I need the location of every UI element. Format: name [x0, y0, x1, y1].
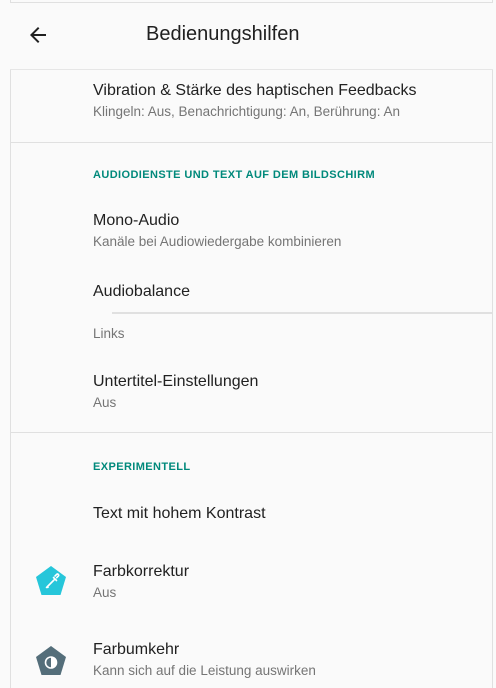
- mono-audio-item[interactable]: Mono-Audio Kanäle bei Audiowiedergabe ko…: [93, 212, 486, 249]
- vibration-summary: Klingeln: Aus, Benachrichtigung: An, Ber…: [93, 104, 400, 119]
- category-audio-header: AUDIODIENSTE UND TEXT AUF DEM BILDSCHIRM: [93, 169, 376, 181]
- audio-balance-title: Audiobalance: [93, 283, 190, 300]
- captions-title: Untertitel-Einstellungen: [93, 373, 259, 390]
- eyedropper-icon: [34, 564, 68, 598]
- page-edge-right: [492, 0, 493, 688]
- category-experimental-header: EXPERIMENTELL: [93, 461, 191, 473]
- color-inversion-summary: Kann sich auf die Leistung auswirken: [93, 663, 316, 678]
- color-inversion-title: Farbumkehr: [93, 641, 180, 658]
- high-contrast-title: Text mit hohem Kontrast: [93, 505, 266, 522]
- vibration-setting-item[interactable]: Vibration & Stärke des haptischen Feedba…: [93, 82, 486, 119]
- section-divider: [10, 432, 493, 433]
- audio-balance-left-label: Links: [93, 326, 125, 341]
- color-correction-summary: Aus: [93, 585, 117, 600]
- vibration-title: Vibration & Stärke des haptischen Feedba…: [93, 82, 417, 99]
- mono-audio-title: Mono-Audio: [93, 212, 180, 229]
- high-contrast-text-item[interactable]: Text mit hohem Kontrast: [93, 505, 486, 523]
- captions-summary: Aus: [93, 395, 117, 410]
- contrast-icon: [34, 644, 68, 678]
- page-edge-left: [10, 0, 11, 688]
- color-correction-item[interactable]: Farbkorrektur Aus: [93, 563, 486, 600]
- captions-settings-item[interactable]: Untertitel-Einstellungen Aus: [93, 373, 486, 410]
- back-button[interactable]: [26, 23, 50, 47]
- mono-audio-summary: Kanäle bei Audiowiedergabe kombinieren: [93, 234, 342, 249]
- color-inversion-item[interactable]: Farbumkehr Kann sich auf die Leistung au…: [93, 641, 486, 678]
- audio-balance-slider[interactable]: [112, 312, 492, 314]
- app-bar: Bedienungshilfen: [10, 3, 493, 70]
- page-title: Bedienungshilfen: [146, 23, 300, 45]
- color-correction-title: Farbkorrektur: [93, 563, 190, 580]
- audio-balance-item[interactable]: Audiobalance: [93, 283, 486, 301]
- arrow-back-icon: [30, 27, 46, 43]
- section-divider: [10, 142, 493, 143]
